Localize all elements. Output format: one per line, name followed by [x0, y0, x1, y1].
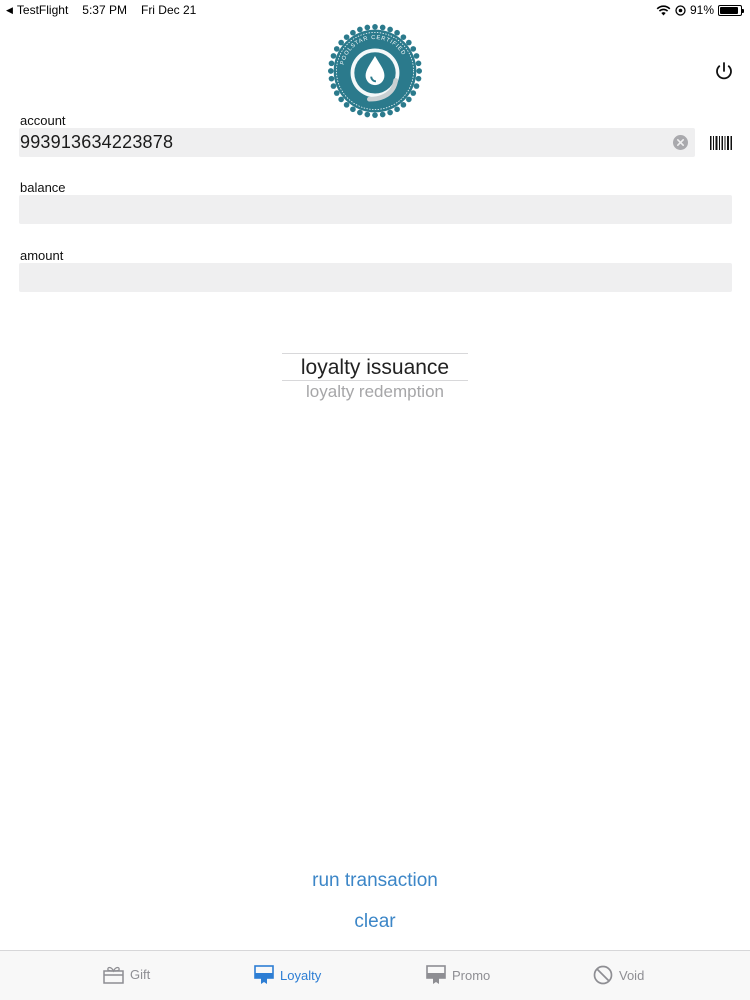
status-date: Fri Dec 21 — [140, 3, 197, 17]
logo-seal-tooth — [350, 29, 356, 36]
amount-label: amount — [20, 248, 64, 263]
logo-seal-tooth — [406, 39, 412, 46]
tab-loyalty-label: Loyalty — [280, 967, 322, 983]
logo-seal-tooth — [410, 90, 417, 96]
status-time: 5:37 PM — [82, 3, 127, 17]
logo-seal-tooth — [338, 39, 344, 46]
card-icon — [254, 965, 274, 984]
account-field[interactable]: 993913634223878 — [19, 128, 695, 157]
logo-seal-tooth — [406, 96, 412, 103]
logo-seal-tooth — [357, 26, 363, 33]
void-icon — [593, 965, 613, 985]
logo-seal-tooth — [415, 75, 422, 82]
tab-promo[interactable]: Promo — [426, 965, 490, 985]
picker-bottom-divider — [282, 380, 468, 381]
logo-seal-tooth — [330, 83, 337, 89]
tab-promo-label: Promo — [452, 967, 491, 983]
tab-gift-label: Gift — [130, 967, 151, 982]
status-left: ◀ TestFlight 5:37 PM Fri Dec 21 — [6, 3, 196, 17]
logo-seal-tooth — [333, 46, 340, 52]
logo-seal-tooth — [379, 24, 386, 31]
logo-seal-tooth — [372, 24, 378, 30]
app-screen: ◀ TestFlight 5:37 PM Fri Dec 21 91% POOL… — [0, 0, 750, 1000]
balance-field[interactable] — [19, 195, 732, 224]
power-icon[interactable] — [713, 60, 735, 82]
logo-seal-tooth — [328, 60, 335, 67]
tab-void-label: Void — [619, 967, 645, 983]
tab-gift[interactable]: Gift — [103, 965, 150, 984]
clear-text-icon[interactable] — [673, 135, 688, 150]
poolstar-logo: POOLSTAR CERTIFIED — [328, 24, 422, 118]
logo-seal-tooth — [328, 75, 335, 82]
account-value: 993913634223878 — [20, 132, 174, 152]
promo-icon — [426, 965, 446, 984]
logo-seal-tooth — [338, 96, 344, 103]
battery-fill — [720, 6, 739, 14]
location-lock-icon — [675, 4, 686, 16]
logo-seal-tooth — [364, 111, 371, 118]
logo-seal-tooth — [413, 83, 420, 89]
logo-seal-tooth — [364, 24, 371, 31]
logo-seal-tooth — [387, 109, 393, 116]
tab-bar: Gift Loyalty Promo Void — [0, 950, 750, 1000]
logo-seal-tooth — [372, 112, 378, 118]
gift-icon — [103, 966, 124, 984]
tab-loyalty[interactable]: Loyalty — [254, 965, 321, 985]
logo-seal-tooth — [387, 26, 393, 33]
picker-option-next[interactable]: loyalty redemption — [282, 382, 468, 402]
status-right: 91% — [656, 3, 744, 17]
logo-seal-tooth — [415, 60, 422, 67]
balance-label: balance — [20, 180, 66, 195]
logo-seal-tooth — [333, 90, 340, 96]
picker-option-selected[interactable]: loyalty issuance — [282, 356, 468, 380]
logo-seal-tooth — [400, 34, 407, 40]
battery-icon — [718, 4, 744, 16]
logo-seal-tooth — [328, 68, 334, 74]
tab-void[interactable]: Void — [593, 965, 644, 985]
back-caret-icon[interactable]: ◀ — [6, 5, 13, 16]
logo-seal-tooth — [400, 102, 407, 108]
logo-seal-tooth — [394, 29, 400, 36]
account-label: account — [20, 113, 66, 128]
clear-button[interactable]: clear — [0, 911, 750, 933]
status-bar: ◀ TestFlight 5:37 PM Fri Dec 21 91% — [0, 0, 750, 20]
logo-seal-tooth — [357, 109, 363, 116]
logo-seal-tooth — [350, 106, 356, 113]
logo-seal-tooth — [330, 53, 337, 59]
back-to-app-link[interactable]: TestFlight — [17, 3, 68, 17]
logo-seal-tooth — [343, 34, 350, 40]
logo-seal-tooth — [413, 53, 420, 59]
run-transaction-button[interactable]: run transaction — [0, 870, 750, 892]
logo-seal-tooth — [343, 102, 350, 108]
battery-percent: 91% — [689, 3, 714, 17]
logo-seal-tooth — [410, 46, 417, 52]
barcode-scan-icon[interactable] — [710, 136, 732, 150]
logo-seal-tooth — [394, 106, 400, 113]
logo-seal-tooth — [379, 111, 386, 118]
picker-top-divider — [282, 353, 468, 354]
amount-field[interactable] — [19, 263, 732, 292]
logo-seal-tooth — [416, 68, 422, 74]
wifi-icon — [656, 4, 671, 15]
